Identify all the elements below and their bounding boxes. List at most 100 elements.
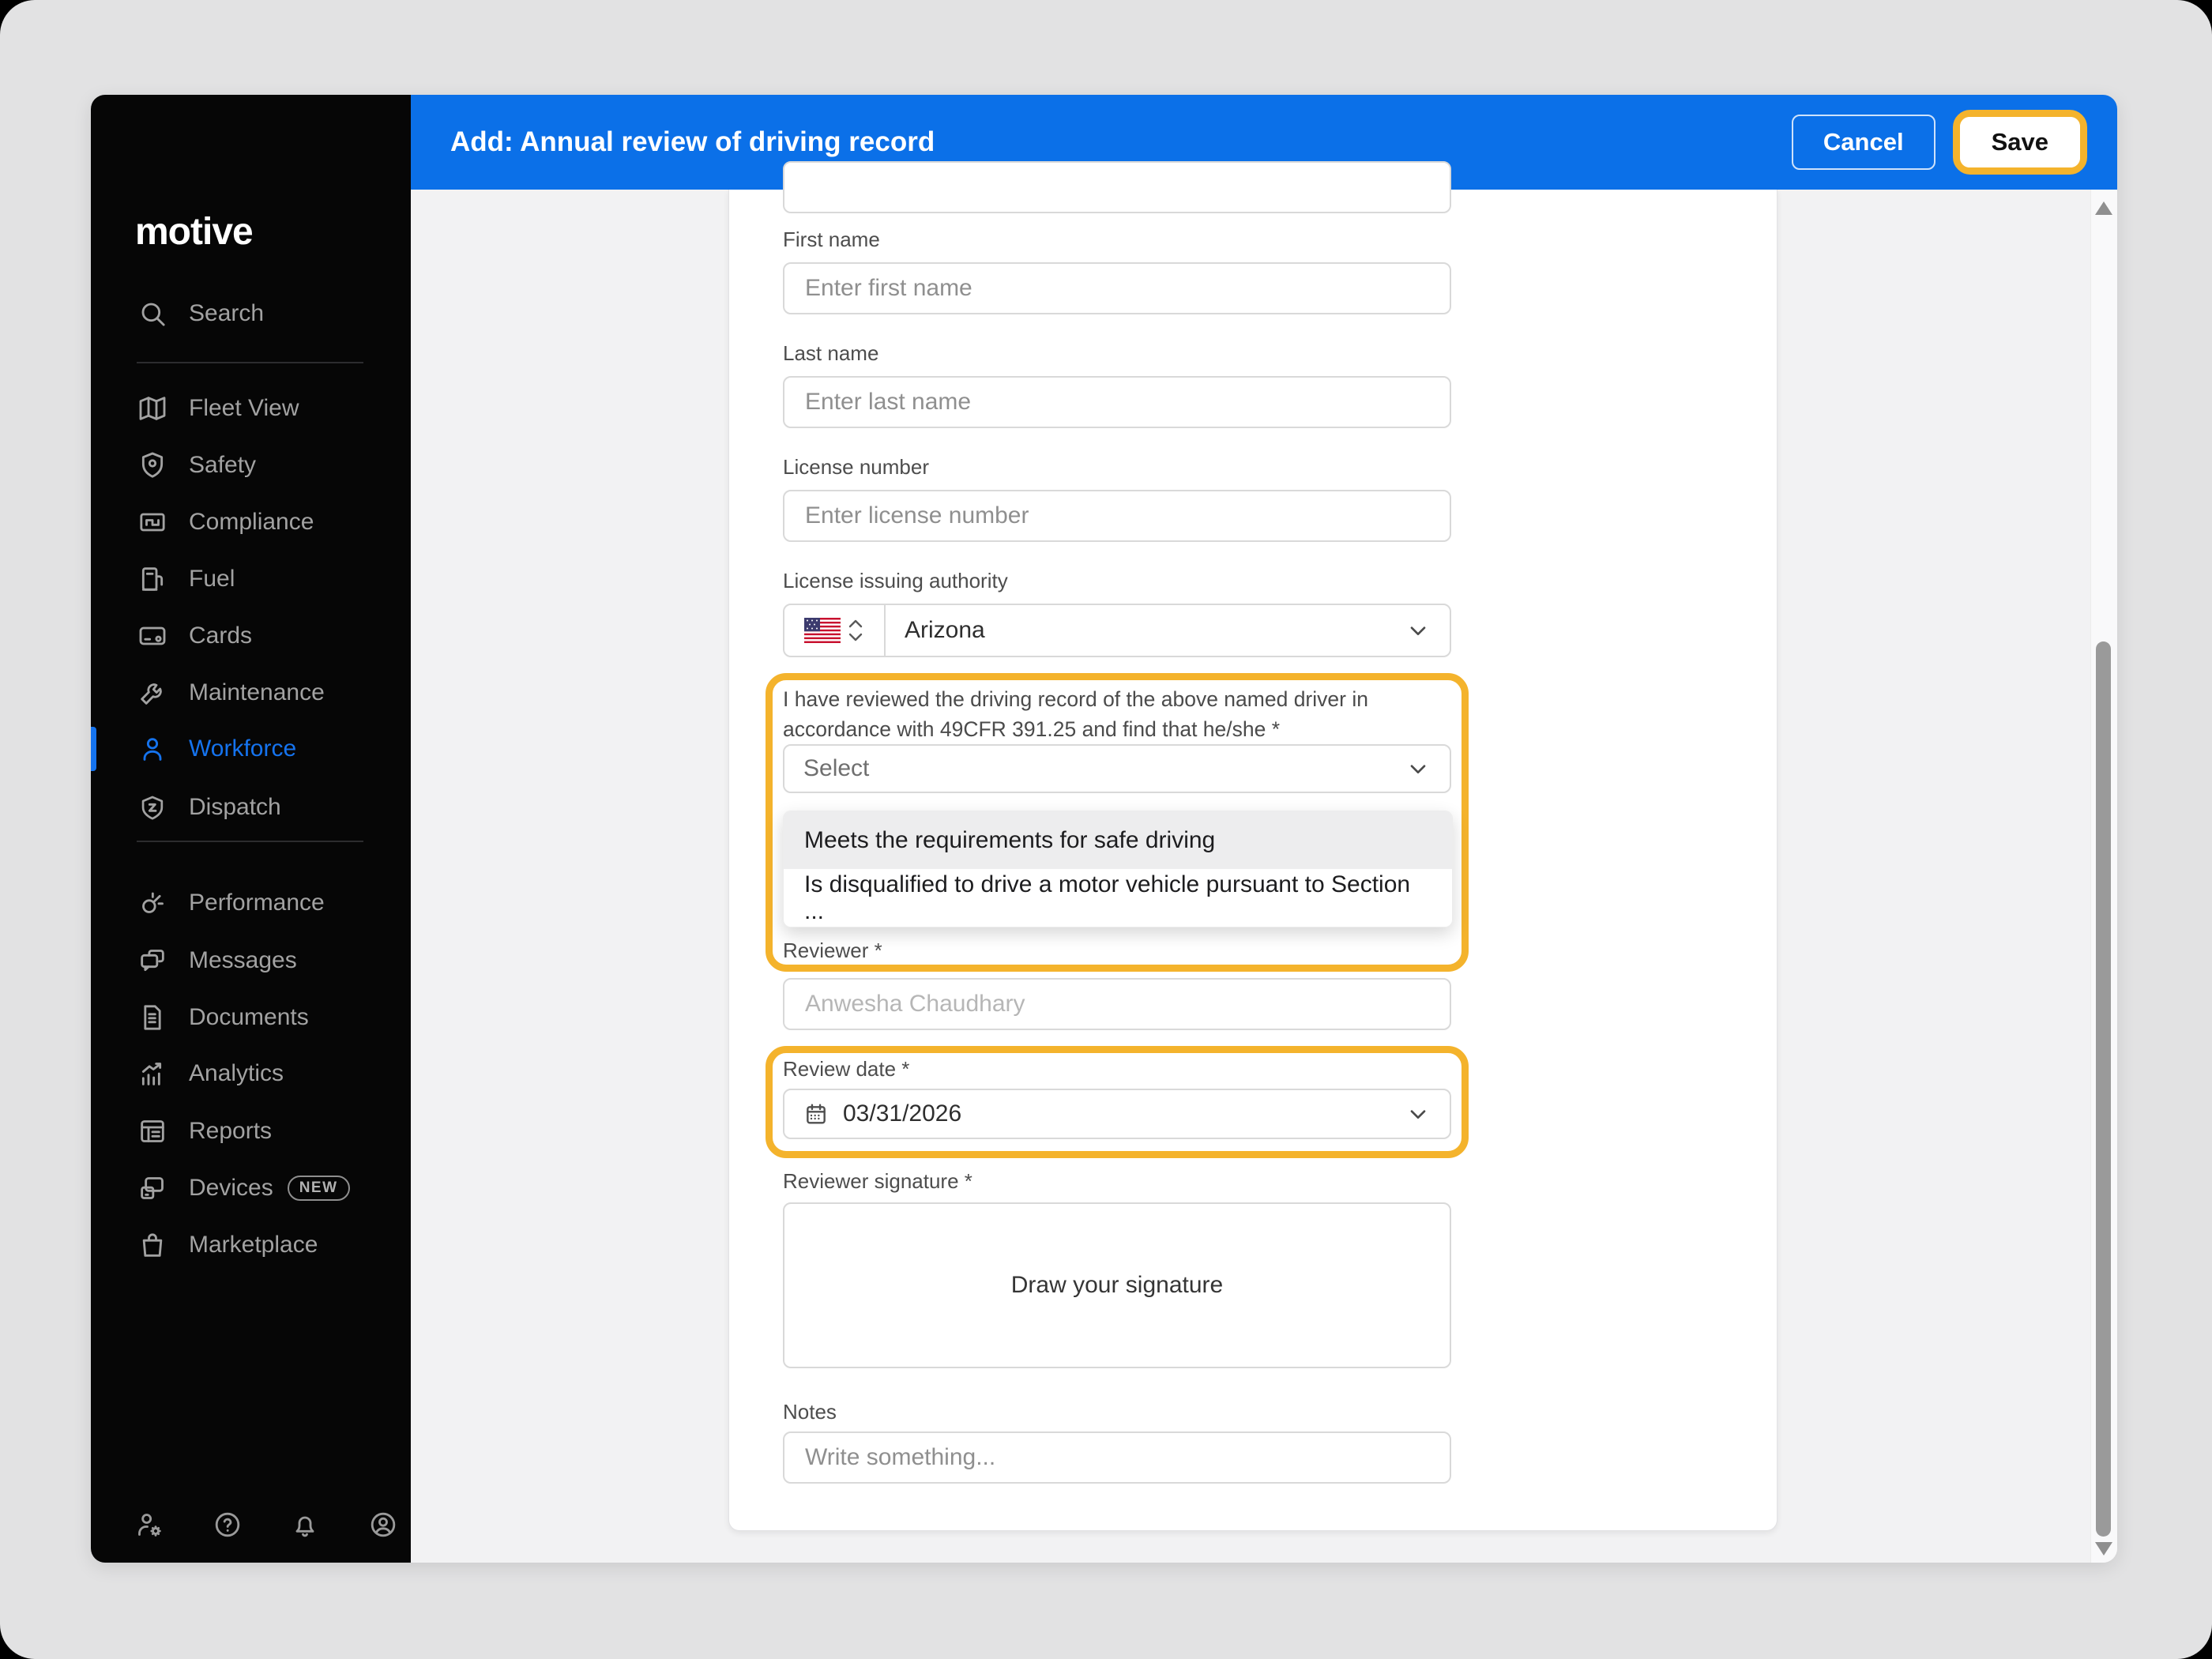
cancel-button[interactable]: Cancel (1792, 115, 1936, 170)
form-card: First name Last name License number Lice… (728, 190, 1778, 1531)
review-statement-select[interactable]: Select (783, 744, 1451, 793)
credit-card-icon (137, 620, 168, 652)
sidebar-item-label: Fleet View (189, 395, 299, 422)
sidebar-item-label: Safety (189, 452, 256, 479)
device-icon (137, 1172, 168, 1204)
sidebar-divider (137, 841, 363, 842)
active-indicator (91, 727, 96, 771)
sidebar-item-safety[interactable]: Safety (91, 437, 411, 494)
sidebar-item-label: Performance (189, 890, 325, 916)
document-icon (137, 1002, 168, 1033)
save-button[interactable]: Save (1960, 117, 2080, 167)
bar-chart-icon (137, 1058, 168, 1089)
sidebar-item-label: Maintenance (189, 679, 325, 706)
sidebar-footer (134, 1509, 399, 1540)
reviewer-input[interactable] (783, 978, 1451, 1030)
sidebar-item-search[interactable]: Search (91, 285, 411, 342)
sidebar-item-devices[interactable]: Devices NEW (91, 1160, 411, 1217)
form-scroll-area: First name Last name License number Lice… (411, 190, 2091, 1563)
chevron-down-icon (1405, 756, 1431, 781)
country-selector[interactable] (784, 605, 886, 656)
calendar-icon (803, 1101, 829, 1127)
sidebar-item-label: Reports (189, 1118, 272, 1145)
sidebar-item-marketplace[interactable]: Marketplace (91, 1217, 411, 1273)
scrollbar[interactable] (2090, 190, 2117, 1563)
sidebar-item-workforce[interactable]: Workforce (91, 720, 411, 777)
review-statement-label: I have reviewed the driving record of th… (783, 684, 1424, 744)
scroll-up-arrow[interactable] (2095, 201, 2112, 215)
first-name-input[interactable] (783, 262, 1451, 314)
badge-icon (137, 792, 168, 823)
sidebar-item-fleet-view[interactable]: Fleet View (91, 380, 411, 437)
first-name-label: First name (783, 228, 880, 252)
sidebar-item-maintenance[interactable]: Maintenance (91, 664, 411, 721)
review-date-picker[interactable]: 03/31/2026 (783, 1089, 1451, 1139)
sidebar-item-label: Search (189, 300, 264, 327)
last-name-input[interactable] (783, 376, 1451, 428)
truncated-input[interactable] (783, 161, 1451, 213)
save-button-highlight: Save (1953, 110, 2087, 175)
option-meets-requirements[interactable]: Meets the requirements for safe driving (784, 811, 1452, 869)
chevron-down-icon (1405, 618, 1431, 643)
scroll-down-arrow[interactable] (2095, 1542, 2112, 1556)
review-date-label: Review date * (783, 1057, 909, 1082)
license-number-input[interactable] (783, 490, 1451, 542)
last-name-label: Last name (783, 341, 878, 366)
license-authority-value: Arizona (905, 617, 1405, 644)
app-window: motive Search Fleet View Safety Complian… (91, 95, 2117, 1563)
sidebar-item-label: Documents (189, 1004, 309, 1031)
chevron-down-icon (1405, 1101, 1431, 1127)
reviewer-label: Reviewer * (783, 939, 882, 963)
option-disqualified[interactable]: Is disqualified to drive a motor vehicle… (784, 869, 1452, 927)
signature-placeholder: Draw your signature (1011, 1272, 1223, 1299)
license-number-label: License number (783, 455, 929, 480)
motive-logo: motive (135, 210, 253, 254)
shield-icon (137, 450, 168, 481)
select-placeholder: Select (803, 755, 1405, 782)
license-authority-select[interactable]: Arizona (886, 605, 1450, 656)
fuel-pump-icon (137, 563, 168, 595)
map-icon (137, 393, 168, 424)
person-icon (137, 733, 168, 765)
license-authority-label: License issuing authority (783, 569, 1008, 593)
page-title: Add: Annual review of driving record (450, 126, 1792, 158)
shopping-bag-icon (137, 1229, 168, 1261)
notes-label: Notes (783, 1400, 837, 1424)
signature-pad[interactable]: Draw your signature (783, 1202, 1451, 1368)
table-icon (137, 1115, 168, 1147)
sidebar-item-label: Marketplace (189, 1232, 318, 1258)
bell-icon[interactable] (289, 1509, 321, 1540)
sidebar-item-dispatch[interactable]: Dispatch (91, 779, 411, 836)
screen-background: motive Search Fleet View Safety Complian… (0, 0, 2212, 1659)
user-circle-icon[interactable] (367, 1509, 399, 1540)
sidebar-item-performance[interactable]: Performance (91, 875, 411, 931)
sidebar-item-label: Messages (189, 947, 297, 974)
sidebar-item-label: Analytics (189, 1060, 284, 1087)
chat-bubbles-icon (137, 945, 168, 976)
scrollbar-thumb[interactable] (2096, 641, 2111, 1537)
reviewer-signature-label: Reviewer signature * (783, 1169, 972, 1194)
sidebar-item-messages[interactable]: Messages (91, 932, 411, 989)
sidebar: motive Search Fleet View Safety Complian… (91, 95, 411, 1563)
sidebar-item-label: Cards (189, 623, 252, 649)
sidebar-item-label: Devices (189, 1175, 273, 1202)
license-authority-control: Arizona (783, 604, 1451, 657)
search-icon (137, 298, 168, 329)
new-badge: NEW (288, 1176, 350, 1201)
us-flag-icon (804, 618, 841, 643)
sidebar-item-cards[interactable]: Cards (91, 608, 411, 664)
sidebar-item-compliance[interactable]: Compliance (91, 494, 411, 551)
sidebar-item-documents[interactable]: Documents (91, 989, 411, 1046)
sidebar-item-label: Compliance (189, 509, 314, 536)
review-date-value: 03/31/2026 (843, 1100, 1405, 1127)
question-circle-icon[interactable] (212, 1509, 243, 1540)
flowchart-icon (137, 506, 168, 538)
notes-input[interactable] (783, 1431, 1451, 1484)
user-gear-icon[interactable] (134, 1509, 165, 1540)
sidebar-item-label: Workforce (189, 735, 296, 762)
sidebar-item-analytics[interactable]: Analytics (91, 1045, 411, 1102)
sidebar-item-fuel[interactable]: Fuel (91, 551, 411, 608)
up-down-chevrons-icon (847, 616, 864, 645)
wrench-icon (137, 677, 168, 709)
sidebar-item-reports[interactable]: Reports (91, 1103, 411, 1160)
